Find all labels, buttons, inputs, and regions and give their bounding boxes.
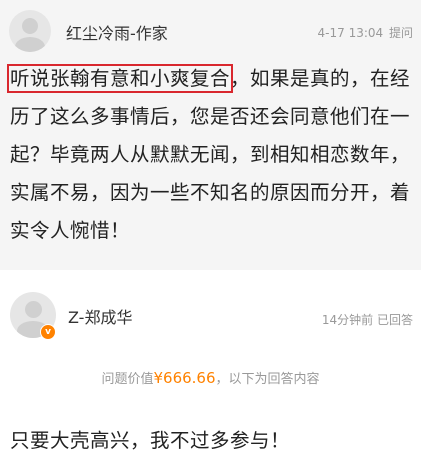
answer-time: 14分钟前 <box>321 313 374 327</box>
asker-name[interactable]: 红尘冷雨-作家 <box>66 20 168 44</box>
answer-text: 只要大壳高兴，我不过多参与！ <box>10 429 291 452</box>
avatar-body-icon <box>15 37 45 52</box>
bounty-amount: ¥666.66 <box>153 369 216 387</box>
avatar-head-icon <box>22 18 38 34</box>
answer-meta: 14分钟前 已回答 <box>322 311 413 328</box>
question-text-line1-rest: ，如果是真的，在 <box>230 67 391 90</box>
avatar-head-icon <box>25 301 42 318</box>
asker-avatar[interactable] <box>9 10 51 52</box>
bounty-prefix: 问题价值 <box>101 372 154 387</box>
question-card: 红尘冷雨-作家 4-17 13:04 提问 听说张翰有意和小爽复合，如果是真的，… <box>0 0 421 270</box>
bounty-suffix: ，以下为回答内容 <box>215 372 320 387</box>
answerer-name[interactable]: Z-郑成华 <box>68 304 132 328</box>
section-divider <box>0 270 421 284</box>
question-text-rest: 经历了这么多事情后，您是否还会同意他们在一起？毕竟两人从默默无闻，到相知相恋数年… <box>10 67 411 242</box>
question-meta: 4-17 13:04 提问 <box>318 24 413 41</box>
question-text: 听说张翰有意和小爽复合，如果是真的，在经历了这么多事情后，您是否还会同意他们在一… <box>6 60 415 250</box>
question-time: 4-17 13:04 <box>317 26 384 40</box>
answer-status: 已回答 <box>376 313 413 327</box>
question-type-label: 提问 <box>388 26 413 40</box>
bounty-line: 问题价值¥666.66，以下为回答内容 <box>0 368 421 387</box>
highlighted-phrase: 听说张翰有意和小爽复合 <box>6 64 234 93</box>
verified-badge-icon: v <box>40 324 56 340</box>
